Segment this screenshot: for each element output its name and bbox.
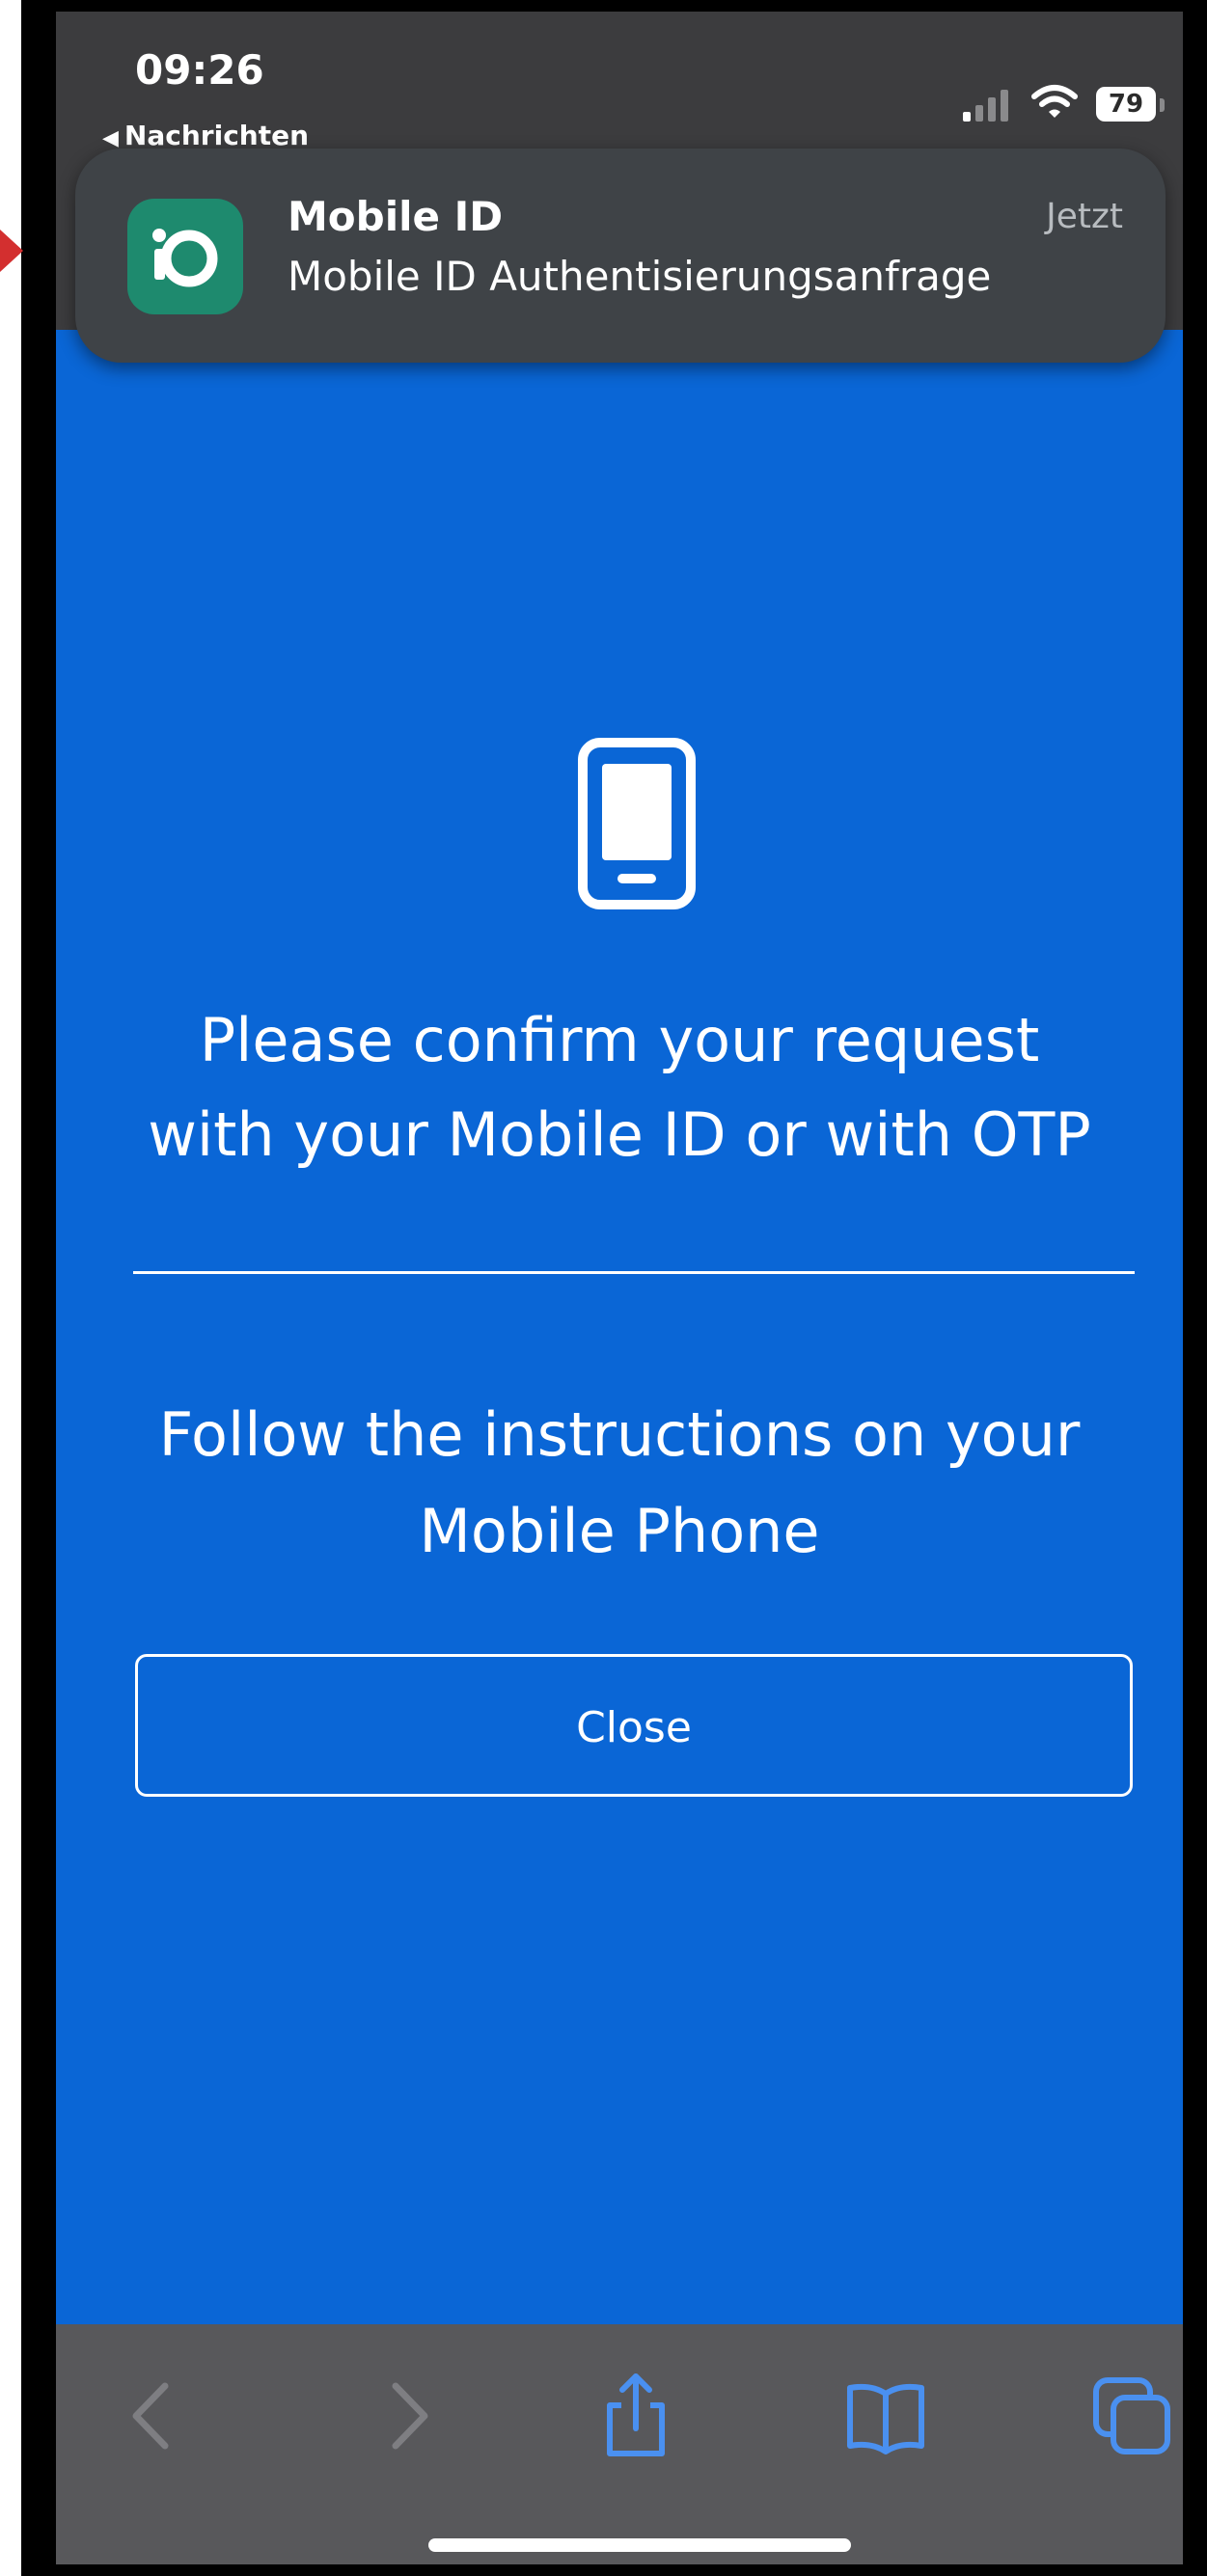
instructions-line-1: Follow the instructions on your	[158, 1399, 1081, 1470]
back-to-app-link[interactable]: ◀ Nachrichten	[102, 120, 309, 151]
notification-app-name: Mobile ID	[288, 193, 504, 240]
browser-toolbar	[56, 2324, 1183, 2564]
share-icon[interactable]	[592, 2373, 679, 2459]
annotation-arrow-icon	[0, 230, 23, 272]
wifi-icon	[1031, 85, 1078, 118]
notification-message: Mobile ID Authentisierungsanfrage	[288, 253, 992, 300]
divider	[133, 1271, 1135, 1274]
home-indicator[interactable]	[428, 2538, 851, 2552]
back-triangle-icon: ◀	[102, 126, 119, 150]
tabs-icon[interactable]	[1088, 2373, 1175, 2459]
page-margin	[0, 0, 21, 2576]
mobile-phone-icon	[578, 738, 696, 909]
bookmarks-icon[interactable]	[842, 2373, 929, 2459]
instructions-line-2: Mobile Phone	[419, 1496, 820, 1566]
phone-screen: 09:26 ◀ Nachrichten 79 Mobile ID Jetzt M…	[56, 12, 1183, 2564]
heading-line-2: with your Mobile ID or with OTP	[148, 1099, 1091, 1170]
mobile-id-app-icon	[127, 199, 243, 314]
close-button[interactable]: Close	[135, 1654, 1133, 1797]
forward-icon[interactable]	[365, 2373, 452, 2459]
battery-indicator: 79	[1096, 87, 1156, 122]
status-time: 09:26	[135, 46, 264, 94]
back-icon[interactable]	[109, 2373, 196, 2459]
notification-time: Jetzt	[1046, 197, 1123, 236]
confirm-request-heading: Please confirm your request with your Mo…	[56, 993, 1183, 1182]
cellular-signal-icon	[963, 89, 1021, 122]
back-app-label: Nachrichten	[123, 120, 310, 151]
heading-line-1: Please confirm your request	[199, 1005, 1040, 1075]
notification-banner[interactable]: Mobile ID Jetzt Mobile ID Authentisierun…	[75, 149, 1166, 363]
battery-tip	[1160, 98, 1165, 112]
instructions-text: Follow the instructions on your Mobile P…	[56, 1387, 1183, 1580]
